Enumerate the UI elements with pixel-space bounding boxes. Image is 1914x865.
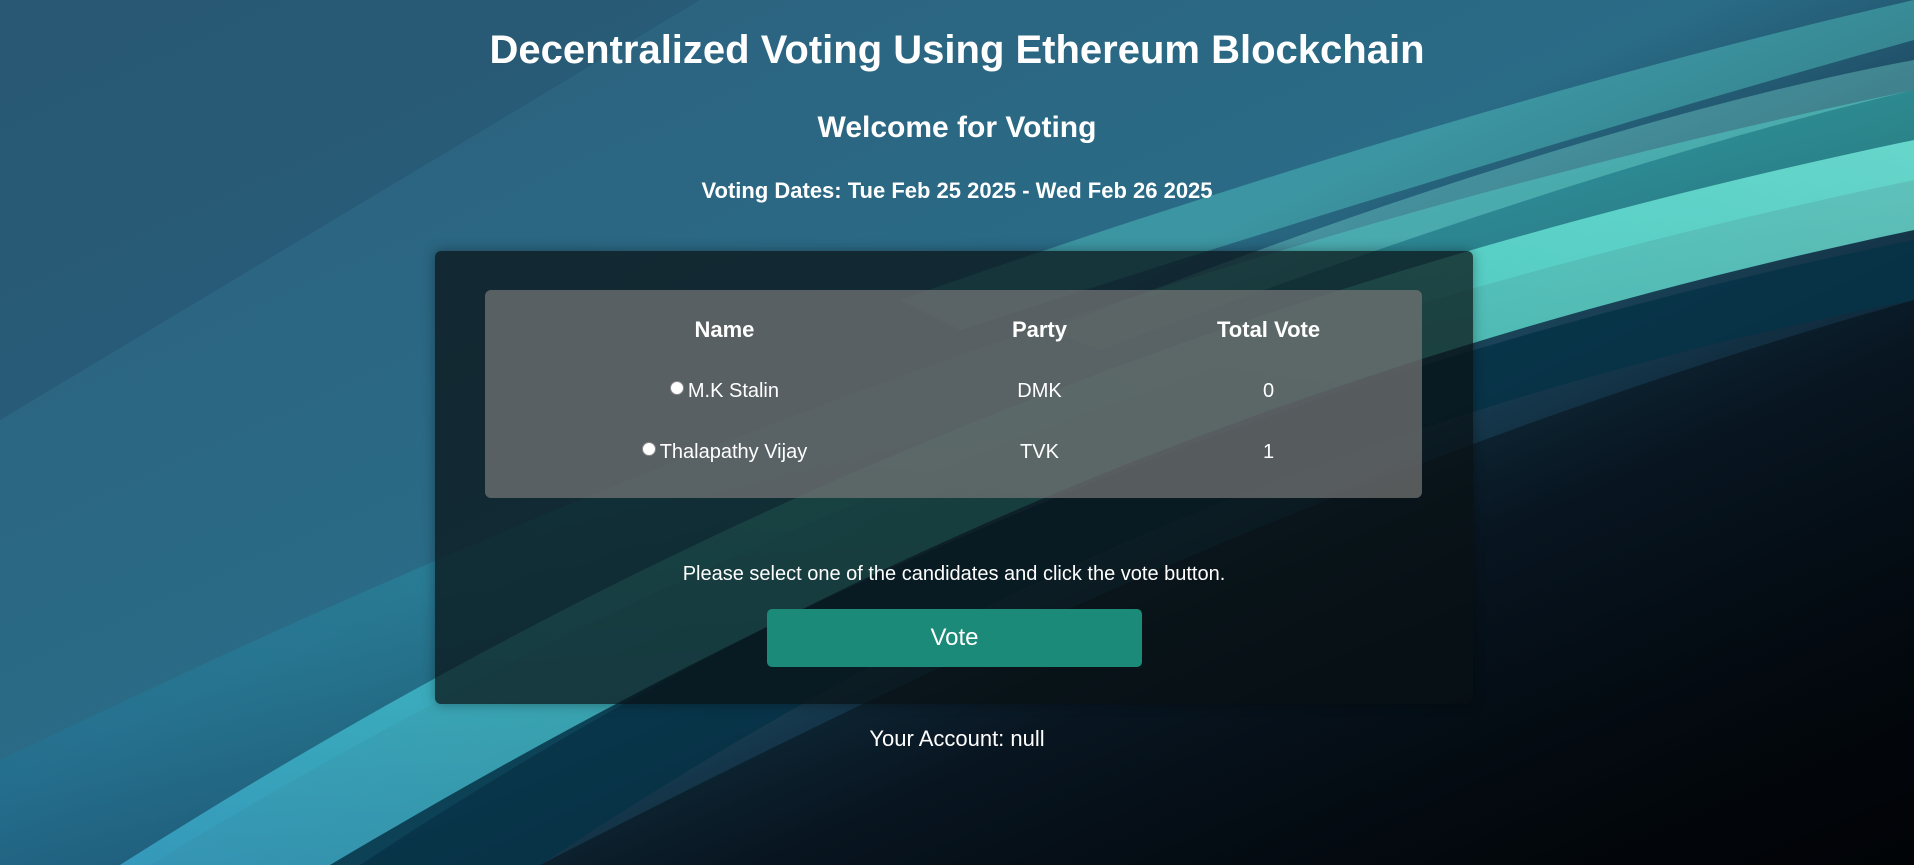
candidates-table: Name Party Total Vote M.K Stalin DMK 0 T… [485,290,1422,483]
candidate-name-cell: Thalapathy Vijay [485,422,964,483]
header-party: Party [1011,317,1067,342]
table-row: Thalapathy Vijay TVK 1 [485,422,1422,483]
candidate-radio-vijay[interactable] [641,442,656,456]
candidate-radio-stalin[interactable] [669,381,684,395]
voting-dates: Voting Dates: Tue Feb 25 2025 - Wed Feb … [701,178,1213,203]
candidate-name-cell: M.K Stalin [485,361,964,422]
candidate-vote-count: 0 [1262,380,1275,402]
welcome-heading: Welcome for Voting [817,111,1097,144]
page-title: Decentralized Voting Using Ethereum Bloc… [489,28,1425,72]
candidate-name: M.K Stalin [687,380,780,402]
voting-card: Name Party Total Vote M.K Stalin DMK 0 T… [435,251,1473,704]
candidate-party: TVK [1020,441,1059,463]
table-header-row: Name Party Total Vote [485,290,1422,361]
candidate-party: DMK [1017,380,1062,402]
candidates-table-container: Name Party Total Vote M.K Stalin DMK 0 T… [485,290,1422,498]
account-info: Your Account: null [869,726,1045,751]
vote-button[interactable]: Vote [767,609,1142,667]
header-total-vote: Total Vote [1217,317,1321,342]
vote-instructions: Please select one of the candidates and … [682,563,1226,585]
header-name: Name [694,317,755,342]
page-content: Decentralized Voting Using Ethereum Bloc… [0,0,1914,865]
candidate-name: Thalapathy Vijay [659,441,808,463]
candidate-vote-count: 1 [1262,441,1275,463]
table-row: M.K Stalin DMK 0 [485,361,1422,422]
